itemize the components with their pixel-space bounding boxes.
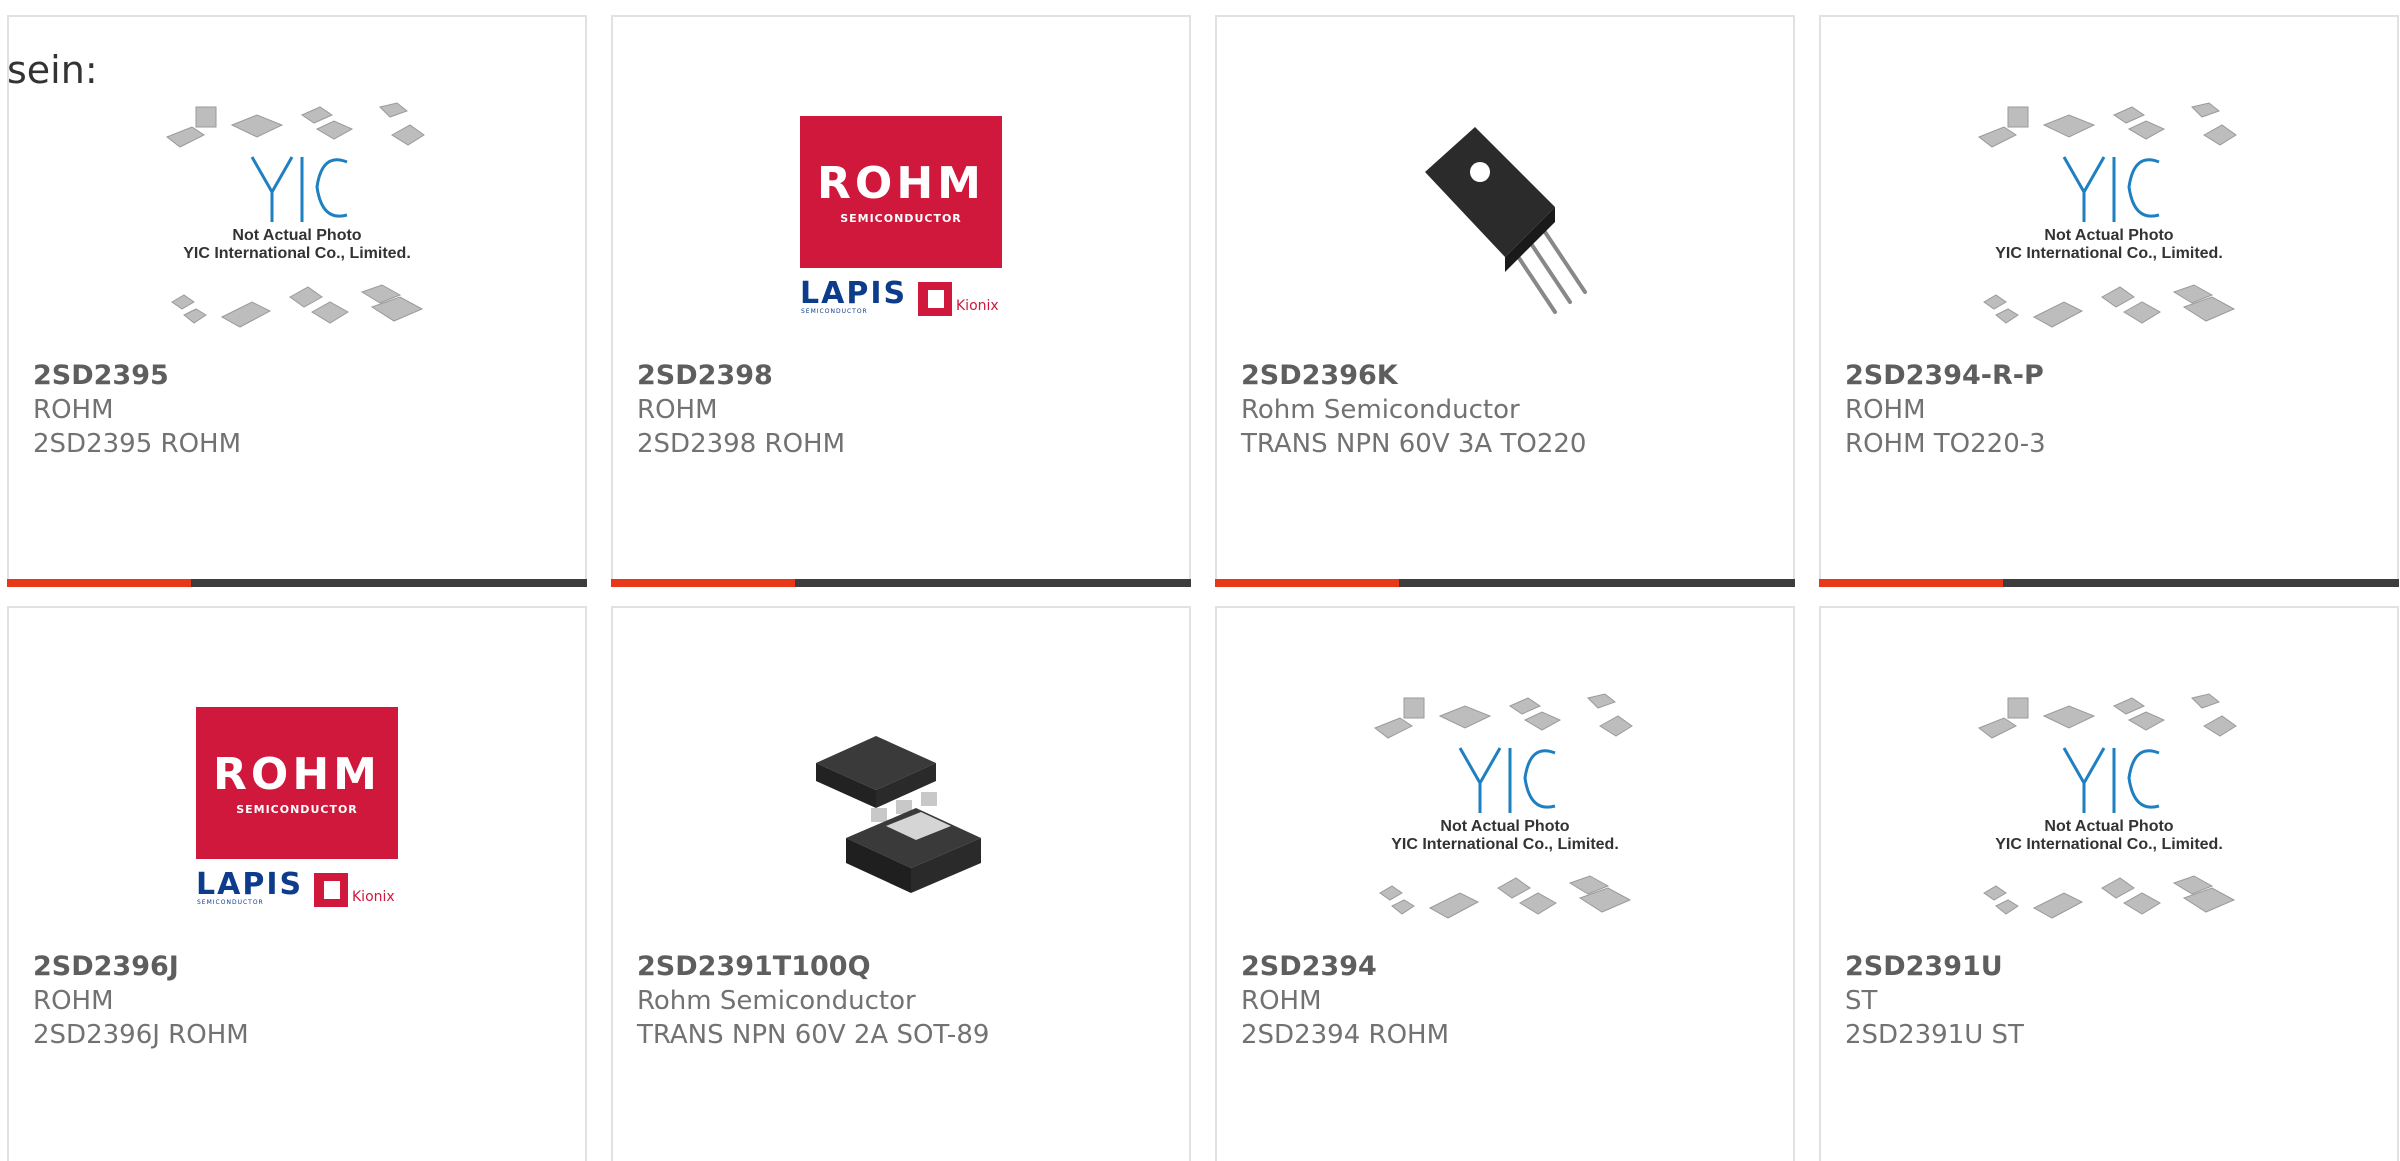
description: 2SD2395 ROHM xyxy=(33,429,242,459)
card-bar-accent xyxy=(1819,579,2003,587)
manufacturer: Rohm Semiconductor xyxy=(1241,395,1520,425)
part-number[interactable]: 2SD2398 xyxy=(637,359,773,393)
placeholder-line-2: YIC International Co., Limited. xyxy=(1391,836,1619,853)
description: ROHM TO220-3 xyxy=(1845,429,2046,459)
part-number[interactable]: 2SD2396J xyxy=(33,950,179,984)
description: 2SD2398 ROHM xyxy=(637,429,846,459)
placeholder-line-1: Not Actual Photo xyxy=(1440,818,1570,835)
part-number[interactable]: 2SD2394-R-P xyxy=(1845,359,2044,393)
card-bar xyxy=(1215,579,1795,587)
product-card[interactable]: Not Actual Photo YIC International Co., … xyxy=(7,15,587,587)
manufacturer: ROHM xyxy=(1241,986,1322,1016)
lapis-logo-text: LAPIS xyxy=(196,867,304,902)
kionix-logo-text: Kionix xyxy=(956,298,999,314)
product-card[interactable]: ROHM SEMICONDUCTOR LAPIS SEMICONDUCTOR K… xyxy=(611,15,1191,587)
manufacturer: ROHM xyxy=(33,986,114,1016)
intro-text: sein: xyxy=(7,48,98,92)
product-grid: Not Actual Photo YIC International Co., … xyxy=(0,0,2400,1161)
product-card[interactable]: Not Actual Photo YIC International Co., … xyxy=(1819,606,2399,1161)
rohm-logo-icon: ROHM SEMICONDUCTOR LAPIS SEMICONDUCTOR K… xyxy=(800,116,1002,318)
product-image[interactable]: ROHM SEMICONDUCTOR LAPIS SEMICONDUCTOR K… xyxy=(9,678,585,938)
card-bar xyxy=(611,579,1191,587)
part-number[interactable]: 2SD2391T100Q xyxy=(637,950,871,984)
rohm-logo-icon: ROHM SEMICONDUCTOR LAPIS SEMICONDUCTOR K… xyxy=(196,707,398,909)
description: TRANS NPN 60V 2A SOT-89 xyxy=(637,1020,990,1050)
manufacturer: ROHM xyxy=(33,395,114,425)
product-image[interactable]: Not Actual Photo YIC International Co., … xyxy=(1821,87,2397,347)
product-image[interactable] xyxy=(613,678,1189,938)
product-image[interactable]: ROHM SEMICONDUCTOR LAPIS SEMICONDUCTOR K… xyxy=(613,87,1189,347)
card-bar-accent xyxy=(1215,579,1399,587)
to220-package-icon xyxy=(1425,127,1587,314)
card-bar xyxy=(7,579,587,587)
description: 2SD2394 ROHM xyxy=(1241,1020,1450,1050)
card-bar xyxy=(1819,579,2399,587)
part-number[interactable]: 2SD2395 xyxy=(33,359,169,393)
product-image[interactable]: Not Actual Photo YIC International Co., … xyxy=(1821,678,2397,938)
placeholder-line-1: Not Actual Photo xyxy=(2044,227,2174,244)
part-number[interactable]: 2SD2391U xyxy=(1845,950,2003,984)
card-bar-accent xyxy=(7,579,191,587)
yic-placeholder-icon: Not Actual Photo YIC International Co., … xyxy=(162,97,432,337)
placeholder-line-1: Not Actual Photo xyxy=(232,227,362,244)
yic-placeholder-icon: Not Actual Photo YIC International Co., … xyxy=(1974,688,2244,928)
lapis-logo-sub: SEMICONDUCTOR xyxy=(801,308,868,315)
yic-placeholder-icon: Not Actual Photo YIC International Co., … xyxy=(1370,688,1640,928)
sot89-package-icon xyxy=(816,736,981,893)
description: 2SD2391U ST xyxy=(1845,1020,2024,1050)
yic-placeholder-icon: Not Actual Photo YIC International Co., … xyxy=(1974,97,2244,337)
kionix-mark-icon xyxy=(314,873,348,907)
product-image[interactable]: Not Actual Photo YIC International Co., … xyxy=(9,87,585,347)
description: TRANS NPN 60V 3A TO220 xyxy=(1241,429,1587,459)
lapis-logo-sub: SEMICONDUCTOR xyxy=(197,899,264,906)
manufacturer: ROHM xyxy=(637,395,718,425)
lapis-logo-text: LAPIS xyxy=(800,276,908,311)
product-card[interactable]: 2SD2391T100Q Rohm Semiconductor TRANS NP… xyxy=(611,606,1191,1161)
product-image[interactable] xyxy=(1217,87,1793,347)
manufacturer: ROHM xyxy=(1845,395,1926,425)
product-image[interactable]: Not Actual Photo YIC International Co., … xyxy=(1217,678,1793,938)
rohm-logo-text: ROHM xyxy=(817,157,985,209)
manufacturer: Rohm Semiconductor xyxy=(637,986,916,1016)
rohm-logo-sub: SEMICONDUCTOR xyxy=(840,211,962,225)
rohm-logo-text: ROHM xyxy=(213,748,381,800)
product-card[interactable]: Not Actual Photo YIC International Co., … xyxy=(1819,15,2399,587)
description: 2SD2396J ROHM xyxy=(33,1020,249,1050)
part-number[interactable]: 2SD2396K xyxy=(1241,359,1398,393)
kionix-logo-text: Kionix xyxy=(352,889,395,905)
card-bar-accent xyxy=(611,579,795,587)
rohm-logo-sub: SEMICONDUCTOR xyxy=(236,802,358,816)
product-card[interactable]: 2SD2396K Rohm Semiconductor TRANS NPN 60… xyxy=(1215,15,1795,587)
part-number[interactable]: 2SD2394 xyxy=(1241,950,1377,984)
placeholder-line-1: Not Actual Photo xyxy=(2044,818,2174,835)
kionix-mark-icon xyxy=(918,282,952,316)
manufacturer: ST xyxy=(1845,986,1878,1016)
product-card[interactable]: Not Actual Photo YIC International Co., … xyxy=(1215,606,1795,1161)
placeholder-line-2: YIC International Co., Limited. xyxy=(183,245,411,262)
product-card[interactable]: ROHM SEMICONDUCTOR LAPIS SEMICONDUCTOR K… xyxy=(7,606,587,1161)
placeholder-line-2: YIC International Co., Limited. xyxy=(1995,836,2223,853)
placeholder-line-2: YIC International Co., Limited. xyxy=(1995,245,2223,262)
